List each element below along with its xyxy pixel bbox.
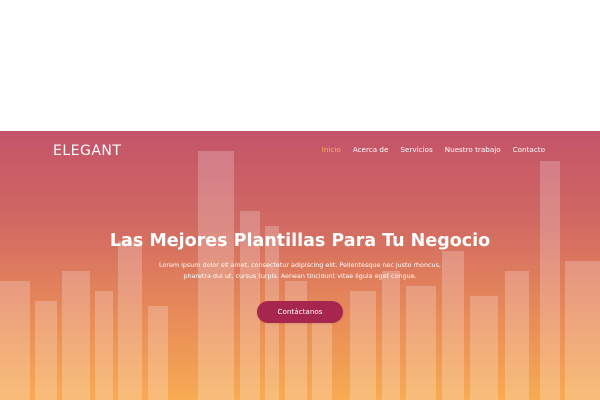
contact-button[interactable]: Contáctanos <box>257 301 343 323</box>
nav-item-acerca-de[interactable]: Acerca de <box>353 145 389 154</box>
blank-top-area <box>0 0 600 131</box>
page: ELEGANT Inicio Acerca de Servicios Nuest… <box>0 0 600 400</box>
hero-section: ELEGANT Inicio Acerca de Servicios Nuest… <box>0 131 600 400</box>
main-nav: Inicio Acerca de Servicios Nuestro traba… <box>310 145 545 154</box>
brand-logo[interactable]: ELEGANT <box>53 143 121 159</box>
nav-item-nuestro-trabajo[interactable]: Nuestro trabajo <box>445 145 501 154</box>
nav-item-inicio[interactable]: Inicio <box>322 145 341 154</box>
hero-description-line-2: pharetra dui ut, cursus turpis. Aenean t… <box>183 272 417 280</box>
hero-title: Las Mejores Plantillas Para Tu Negocio <box>109 231 491 251</box>
nav-item-servicios[interactable]: Servicios <box>400 145 432 154</box>
nav-item-contacto[interactable]: Contacto <box>513 145 545 154</box>
hero-description: Lorem ipsum dolor sit amet, consectetur … <box>140 260 460 282</box>
hero-description-line-1: Lorem ipsum dolor sit amet, consectetur … <box>159 261 441 269</box>
